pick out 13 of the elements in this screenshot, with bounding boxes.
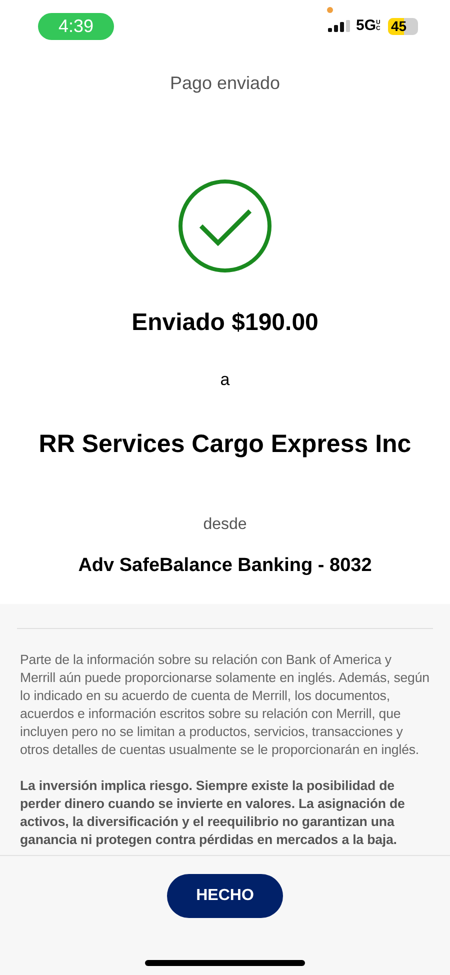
disclaimer-paragraph: Parte de la información sobre su relación con Bank of America y Merrill aún puede proporcionarse solamente en inglés. Además, según lo indicado en su acuerdo de cuenta de Merrill, los documentos, acuerdos e información escritos sobre su relación con Merrill, que incluyen pero no se limitan a productos, servicios, transacciones y otros detalles de cuentas usualmente se le proporcionarán en inglés. bbox=[20, 650, 430, 758]
clock-time: 4:39 bbox=[38, 12, 114, 40]
done-button[interactable]: HECHO bbox=[167, 874, 283, 918]
from-label: desde bbox=[202, 515, 248, 535]
account-name: Adv SafeBalance Banking - 8032 bbox=[77, 554, 373, 578]
amount-sent: Enviado $190.00 bbox=[130, 308, 320, 338]
network-label: 5G bbox=[356, 16, 376, 36]
signal-icon bbox=[328, 20, 350, 32]
recipient-name: RR Services Cargo Express Inc bbox=[38, 428, 412, 460]
checkmark-circle-icon bbox=[178, 179, 272, 273]
to-label: a bbox=[219, 369, 231, 391]
disclaimer-paragraph: La inversión implica riesgo. Siempre existe la posibilidad de perder dinero cuando se invierte en valores. La asignación de activos, la diversificación y el reequilibrio no garantizan una ganancia ni protegen contra pérdidas en mercados a la baja. bbox=[20, 776, 406, 848]
screen-title: Pago enviado bbox=[168, 72, 282, 95]
